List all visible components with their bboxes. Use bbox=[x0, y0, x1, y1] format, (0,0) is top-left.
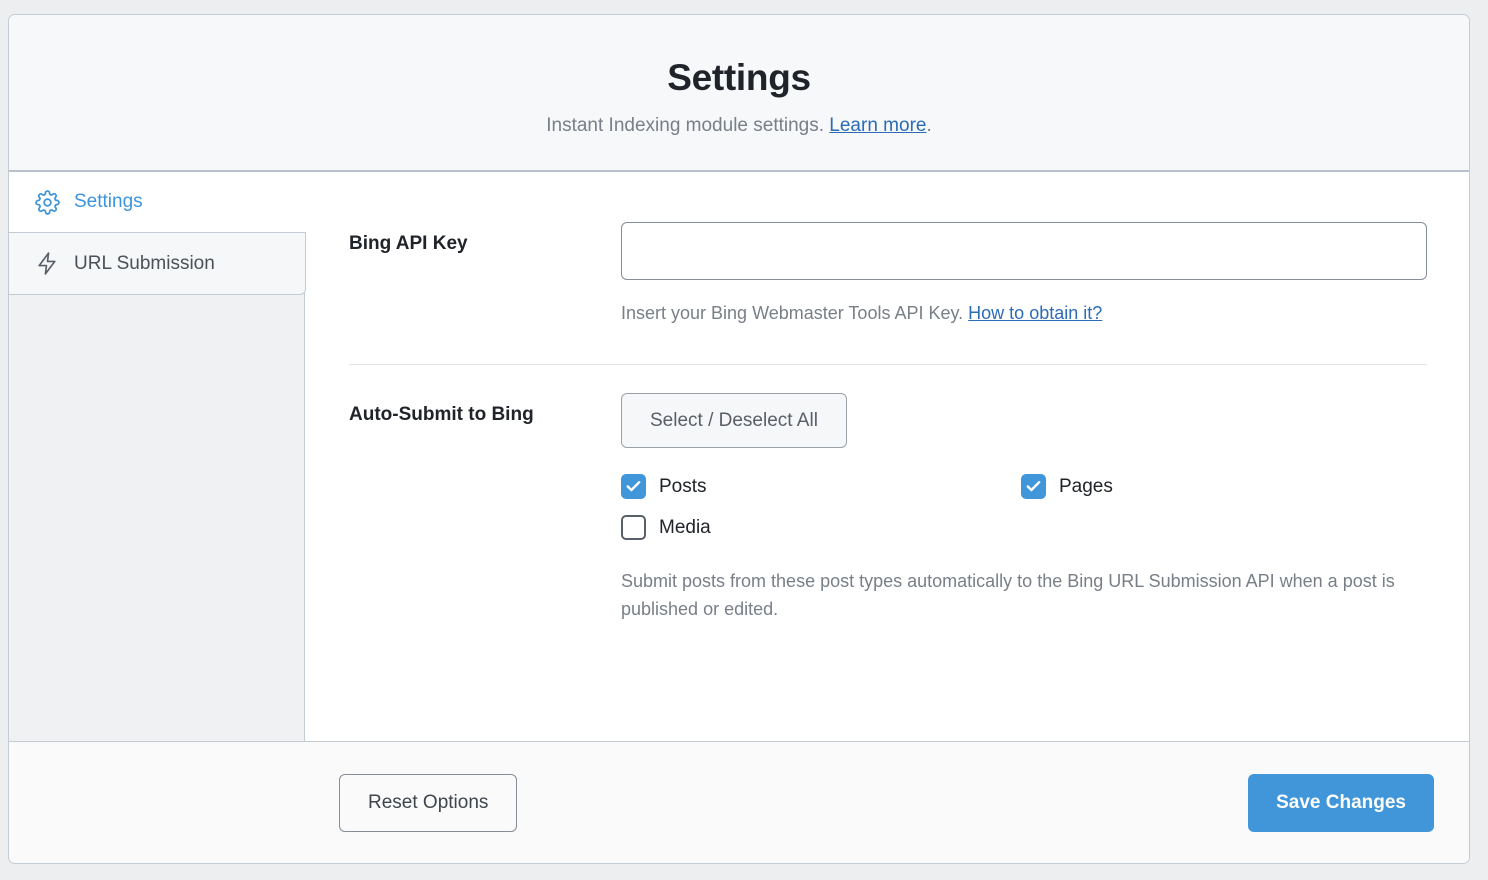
sidebar-item-label: Settings bbox=[74, 191, 143, 213]
subtitle-text: Instant Indexing module settings. bbox=[546, 114, 830, 136]
panel-footer: Reset Options Save Changes bbox=[9, 741, 1469, 863]
post-type-checkbox-group: Posts Pages Media bbox=[621, 474, 1431, 541]
checkbox-box[interactable] bbox=[1021, 474, 1046, 500]
checkbox-box[interactable] bbox=[621, 474, 646, 500]
reset-options-button[interactable]: Reset Options bbox=[339, 773, 518, 832]
gear-icon bbox=[34, 189, 60, 215]
checkbox-posts[interactable]: Posts bbox=[621, 474, 1021, 500]
settings-form: Bing API Key Insert your Bing Webmaster … bbox=[305, 172, 1469, 741]
page-title: Settings bbox=[667, 57, 811, 98]
field-label: Bing API Key bbox=[349, 233, 468, 255]
field-control: Insert your Bing Webmaster Tools API Key… bbox=[621, 222, 1433, 326]
checkbox-label: Media bbox=[659, 516, 711, 538]
settings-panel: Settings Instant Indexing module setting… bbox=[8, 14, 1470, 864]
field-label: Auto-Submit to Bing bbox=[349, 404, 534, 426]
checkbox-media[interactable]: Media bbox=[621, 515, 1021, 541]
field-bing-api-key: Bing API Key Insert your Bing Webmaster … bbox=[349, 222, 1433, 326]
checkbox-box[interactable] bbox=[621, 515, 646, 541]
checkbox-label: Pages bbox=[1059, 475, 1113, 497]
field-control: Select / Deselect All Posts Pages Media … bbox=[621, 393, 1433, 624]
panel-header: Settings Instant Indexing module setting… bbox=[9, 15, 1469, 173]
sidebar-item-label: URL Submission bbox=[74, 252, 215, 274]
auto-submit-description: Submit posts from these post types autom… bbox=[621, 571, 1395, 620]
checkbox-label: Posts bbox=[659, 475, 707, 497]
sidebar: Settings URL Submission bbox=[9, 172, 306, 741]
panel-body: Settings URL Submission Bing API Key Ins… bbox=[9, 172, 1469, 741]
sidebar-item-url-submission[interactable]: URL Submission bbox=[9, 233, 306, 296]
field-help-text: Insert your Bing Webmaster Tools API Key… bbox=[621, 300, 1431, 326]
checkbox-pages[interactable]: Pages bbox=[1021, 474, 1421, 500]
lightning-bolt-icon bbox=[34, 251, 60, 277]
bing-api-key-input[interactable] bbox=[621, 222, 1427, 281]
field-auto-submit: Auto-Submit to Bing Select / Deselect Al… bbox=[349, 393, 1433, 624]
page-subtitle: Instant Indexing module settings. Learn … bbox=[29, 114, 1449, 139]
help-text-label: Insert your Bing Webmaster Tools API Key… bbox=[621, 303, 969, 324]
save-changes-button[interactable]: Save Changes bbox=[1248, 773, 1434, 832]
how-to-obtain-link[interactable]: How to obtain it? bbox=[968, 303, 1102, 323]
select-deselect-all-button[interactable]: Select / Deselect All bbox=[621, 393, 847, 449]
sidebar-item-settings[interactable]: Settings bbox=[9, 172, 306, 234]
learn-more-link[interactable]: Learn more bbox=[829, 115, 926, 136]
subtitle-period: . bbox=[926, 114, 932, 136]
